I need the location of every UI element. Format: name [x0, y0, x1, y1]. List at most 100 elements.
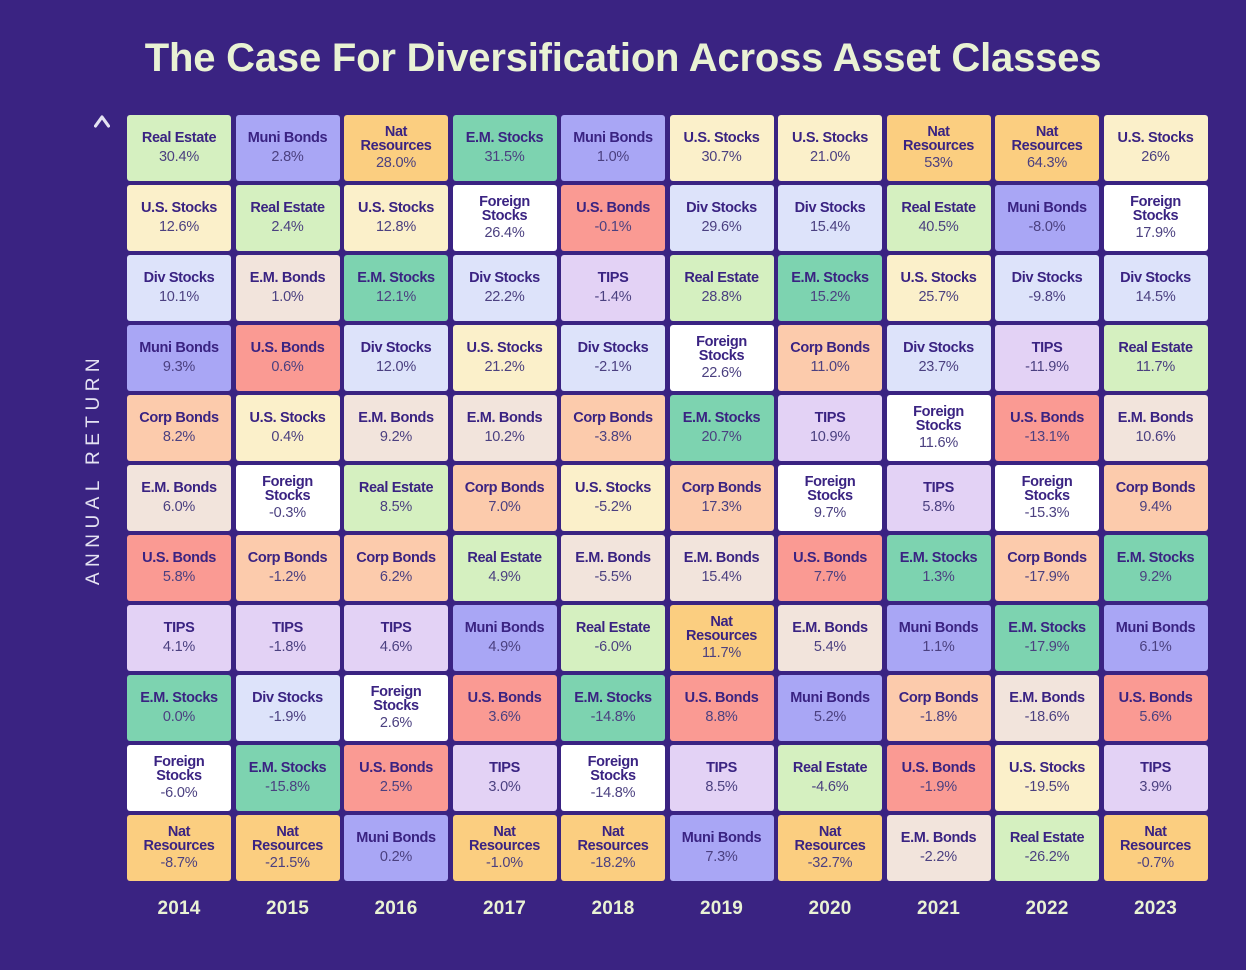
heatmap-cell: Muni Bonds 1.1%: [886, 605, 991, 671]
heatmap-cell: Muni Bonds 7.3%: [669, 815, 774, 881]
cell-return-value: -1.8%: [920, 709, 957, 726]
heatmap-cell: Nat Resources -32.7%: [778, 815, 882, 881]
heatmap-cell: Div Stocks 23.7%: [886, 325, 991, 391]
cell-return-value: 31.5%: [484, 149, 525, 166]
heatmap-cell: Div Stocks 14.5%: [1103, 255, 1208, 321]
cell-return-value: 12.0%: [375, 359, 417, 376]
heatmap-cell: U.S. Stocks 30.7%: [669, 115, 774, 181]
heatmap-cell: Muni Bonds -8.0%: [995, 185, 1099, 251]
cell-return-value: -1.0%: [486, 855, 523, 872]
cell-asset-label: TIPS: [489, 759, 520, 776]
cell-return-value: -9.8%: [1028, 289, 1066, 306]
cell-asset-label: Div Stocks: [686, 199, 757, 216]
cell-asset-label: Foreign Stocks: [696, 333, 747, 365]
heatmap-cell: E.M. Bonds -18.6%: [995, 675, 1099, 741]
cell-return-value: 3.0%: [488, 779, 521, 796]
cell-return-value: -11.9%: [1025, 359, 1069, 376]
heatmap-cell: Foreign Stocks 22.6%: [669, 325, 774, 391]
cell-asset-label: E.M. Bonds: [900, 829, 977, 846]
heatmap-cell: U.S. Bonds 5.8%: [127, 535, 231, 601]
cell-return-value: 10.2%: [484, 429, 525, 446]
cell-asset-label: E.M. Stocks: [791, 269, 869, 286]
heatmap-cell: Corp Bonds -1.2%: [235, 535, 340, 601]
x-axis-year-label: 2015: [265, 898, 310, 919]
cell-return-value: 28.8%: [701, 289, 742, 306]
cell-asset-label: U.S. Stocks: [575, 479, 651, 496]
heatmap-cell: Corp Bonds 8.2%: [127, 395, 231, 461]
heatmap-cell: Nat Resources 28.0%: [344, 115, 448, 181]
cell-return-value: 4.1%: [162, 639, 196, 656]
cell-return-value: 0.0%: [162, 709, 196, 726]
heatmap-cell: Real Estate -6.0%: [561, 605, 665, 671]
cell-asset-label: Foreign Stocks: [804, 473, 856, 505]
cell-return-value: -0.7%: [1137, 855, 1174, 872]
cell-return-value: 40.5%: [918, 219, 959, 236]
cell-return-value: 4.9%: [488, 639, 521, 656]
cell-asset-label: Foreign Stocks: [1021, 473, 1073, 505]
cell-asset-label: E.M. Stocks: [574, 689, 652, 706]
cell-return-value: 4.6%: [379, 639, 413, 656]
cell-return-value: 8.2%: [162, 429, 196, 446]
cell-return-value: 26%: [1141, 149, 1170, 166]
cell-asset-label: Div Stocks: [469, 269, 540, 286]
heatmap-cell: Muni Bonds 6.1%: [1103, 605, 1208, 671]
cell-return-value: 15.4%: [809, 219, 851, 236]
heatmap-cell: Real Estate -26.2%: [995, 815, 1099, 881]
cell-return-value: 30.4%: [158, 149, 200, 166]
heatmap-cell: U.S. Bonds 0.6%: [235, 325, 340, 391]
heatmap-cell: TIPS 5.8%: [886, 465, 991, 531]
cell-asset-label: Foreign Stocks: [153, 753, 205, 785]
heatmap-cell: Corp Bonds -1.8%: [886, 675, 991, 741]
cell-asset-label: Corp Bonds: [356, 549, 436, 566]
heatmap-cell: Corp Bonds 17.3%: [669, 465, 774, 531]
cell-return-value: -8.0%: [1028, 219, 1066, 236]
heatmap-cell: Foreign Stocks 9.7%: [778, 465, 882, 531]
heatmap-cell: E.M. Stocks 31.5%: [452, 115, 557, 181]
heatmap-cell: Corp Bonds 7.0%: [452, 465, 557, 531]
page-title: The Case For Diversification Across Asse…: [144, 36, 1102, 80]
heatmap-cell: U.S. Stocks 25.7%: [886, 255, 991, 321]
cell-asset-label: Real Estate: [684, 269, 759, 286]
cell-asset-label: Muni Bonds: [1115, 619, 1196, 636]
cell-asset-label: Nat Resources: [252, 823, 323, 855]
cell-asset-label: U.S. Bonds: [1118, 689, 1193, 706]
cell-return-value: -19.5%: [1024, 779, 1070, 796]
cell-asset-label: Real Estate: [792, 759, 868, 776]
heatmap-cell: Nat Resources -8.7%: [127, 815, 231, 881]
cell-return-value: 9.2%: [379, 429, 413, 446]
heatmap-cell: Muni Bonds 0.2%: [344, 815, 448, 881]
heatmap-cell: E.M. Bonds 9.2%: [344, 395, 448, 461]
heatmap-chart: ANNUAL RETURN Real Estate 30.4% Muni Bonds…: [0, 108, 1246, 928]
heatmap-cell: U.S. Bonds -1.9%: [886, 745, 991, 811]
cell-return-value: -2.2%: [920, 849, 957, 866]
cell-return-value: 10.9%: [809, 429, 851, 446]
cell-asset-label: Div Stocks: [577, 339, 649, 356]
cell-asset-label: E.M. Bonds: [575, 549, 651, 566]
heatmap-cell: Muni Bonds 2.8%: [235, 115, 340, 181]
heatmap-cell: Div Stocks 10.1%: [127, 255, 231, 321]
heatmap-cell: TIPS 3.0%: [452, 745, 557, 811]
heatmap-cell: U.S. Stocks 21.2%: [452, 325, 557, 391]
heatmap-cell: Div Stocks 12.0%: [344, 325, 448, 391]
x-axis-year-label: 2016: [374, 898, 418, 919]
cell-asset-label: E.M. Bonds: [1009, 689, 1085, 706]
heatmap-cell: Nat Resources 53%: [886, 115, 991, 181]
heatmap-cell: U.S. Stocks 12.8%: [344, 185, 448, 251]
cell-asset-label: Muni Bonds: [247, 129, 328, 146]
heatmap-cell: E.M. Bonds -2.2%: [886, 815, 991, 881]
cell-return-value: 9.3%: [162, 359, 196, 376]
cell-asset-label: Div Stocks: [794, 199, 866, 216]
cell-asset-label: U.S. Bonds: [250, 339, 325, 356]
cell-return-value: -5.2%: [594, 499, 632, 516]
heatmap-cell: Corp Bonds 6.2%: [344, 535, 448, 601]
cell-return-value: 7.7%: [813, 569, 847, 586]
heatmap-cell: E.M. Stocks 1.3%: [886, 535, 991, 601]
cell-asset-label: E.M. Bonds: [358, 409, 434, 426]
heatmap-cell: Real Estate 40.5%: [886, 185, 991, 251]
cell-return-value: -17.9%: [1024, 569, 1070, 586]
cell-asset-label: E.M. Stocks: [465, 129, 544, 146]
cell-asset-label: U.S. Stocks: [141, 199, 217, 216]
cell-return-value: 21.0%: [809, 149, 851, 166]
cell-asset-label: U.S. Bonds: [359, 759, 433, 776]
cell-return-value: 11.6%: [918, 435, 959, 452]
